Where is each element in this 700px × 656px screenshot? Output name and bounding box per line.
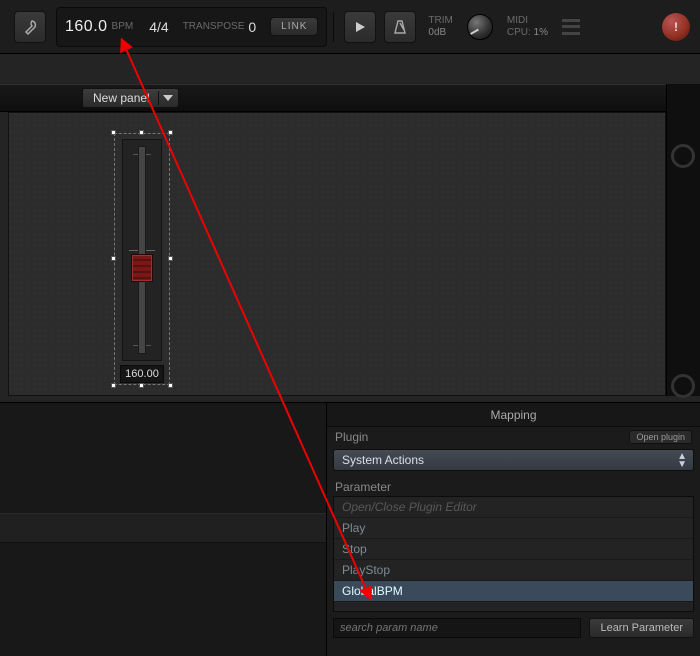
bpm-label: BPM bbox=[112, 21, 134, 32]
divider bbox=[333, 12, 334, 42]
link-button[interactable]: LINK bbox=[270, 17, 318, 36]
metronome-button[interactable] bbox=[384, 11, 416, 43]
mapping-panel: Mapping Plugin Open plugin System Action… bbox=[326, 402, 700, 656]
time-signature[interactable]: 4/4 bbox=[149, 19, 168, 35]
bottom-left-panel bbox=[0, 402, 326, 656]
cpu-value: 1% bbox=[534, 27, 548, 38]
parameter-item[interactable]: GlobalBPM bbox=[334, 581, 693, 602]
slider-widget[interactable]: 160.00 bbox=[114, 133, 170, 385]
resize-handle[interactable] bbox=[168, 383, 173, 388]
parameter-item[interactable]: Stop bbox=[334, 539, 693, 560]
learn-parameter-button[interactable]: Learn Parameter bbox=[589, 618, 694, 638]
encoder-ring-bottom[interactable] bbox=[671, 374, 695, 398]
top-toolbar: 160.0 BPM 4/4 TRANSPOSE 0 LINK TRIM 0dB … bbox=[0, 0, 700, 54]
alert-icon: ! bbox=[674, 20, 678, 34]
panel-dropdown[interactable]: New panel bbox=[82, 88, 179, 108]
chevron-down-icon bbox=[158, 91, 172, 105]
wrench-button[interactable] bbox=[14, 11, 46, 43]
transpose-label: TRANSPOSE bbox=[183, 21, 245, 32]
alert-badge[interactable]: ! bbox=[662, 13, 690, 41]
tempo-value[interactable]: 160.0 bbox=[65, 18, 108, 36]
metronome-icon bbox=[393, 20, 407, 34]
midi-cpu-metrics: MIDI CPU: 1% bbox=[507, 15, 548, 39]
parameter-item[interactable]: Open/Close Plugin Editor bbox=[334, 497, 693, 518]
midi-label: MIDI bbox=[507, 15, 548, 27]
right-rail bbox=[666, 84, 700, 396]
play-button[interactable] bbox=[344, 11, 376, 43]
midi-meter-icon bbox=[562, 19, 580, 35]
resize-handle[interactable] bbox=[139, 383, 144, 388]
resize-handle[interactable] bbox=[111, 383, 116, 388]
panel-canvas[interactable]: 160.00 bbox=[8, 112, 666, 396]
plugin-select[interactable]: System Actions ▲▼ bbox=[333, 449, 694, 471]
open-plugin-button[interactable]: Open plugin bbox=[629, 430, 692, 444]
mapping-title: Mapping bbox=[327, 403, 700, 427]
parameter-item[interactable]: PlayStop bbox=[334, 560, 693, 581]
row-strip bbox=[0, 513, 326, 543]
parameter-row: Parameter bbox=[327, 477, 700, 496]
resize-handle[interactable] bbox=[111, 130, 116, 135]
resize-handle[interactable] bbox=[168, 130, 173, 135]
encoder-ring-top[interactable] bbox=[671, 144, 695, 168]
search-row: Learn Parameter bbox=[327, 612, 700, 638]
parameter-label: Parameter bbox=[335, 480, 391, 494]
resize-handle[interactable] bbox=[168, 256, 173, 261]
wrench-icon bbox=[22, 19, 38, 35]
trim-knob[interactable] bbox=[467, 14, 493, 40]
parameter-item[interactable]: Play bbox=[334, 518, 693, 539]
trim-value: 0dB bbox=[428, 27, 452, 39]
transpose-value[interactable]: 0 bbox=[248, 19, 256, 35]
trim-label: TRIM bbox=[428, 15, 452, 27]
panel-dropdown-label: New panel bbox=[93, 91, 150, 105]
selection-outline bbox=[114, 133, 170, 385]
param-search-input[interactable] bbox=[333, 618, 581, 638]
trim-metrics: TRIM 0dB bbox=[428, 15, 452, 39]
cpu-label: CPU: bbox=[507, 27, 531, 38]
parameter-list[interactable]: Open/Close Plugin EditorPlayStopPlayStop… bbox=[333, 496, 694, 612]
panel-header: New panel bbox=[0, 84, 666, 112]
plugin-label: Plugin bbox=[335, 430, 368, 444]
updown-icon: ▲▼ bbox=[677, 453, 687, 469]
tempo-section: 160.0 BPM 4/4 TRANSPOSE 0 LINK bbox=[56, 7, 327, 47]
resize-handle[interactable] bbox=[139, 130, 144, 135]
play-icon bbox=[354, 21, 366, 33]
plugin-row: Plugin Open plugin bbox=[327, 427, 700, 446]
plugin-select-value: System Actions bbox=[342, 453, 424, 467]
resize-handle[interactable] bbox=[111, 256, 116, 261]
